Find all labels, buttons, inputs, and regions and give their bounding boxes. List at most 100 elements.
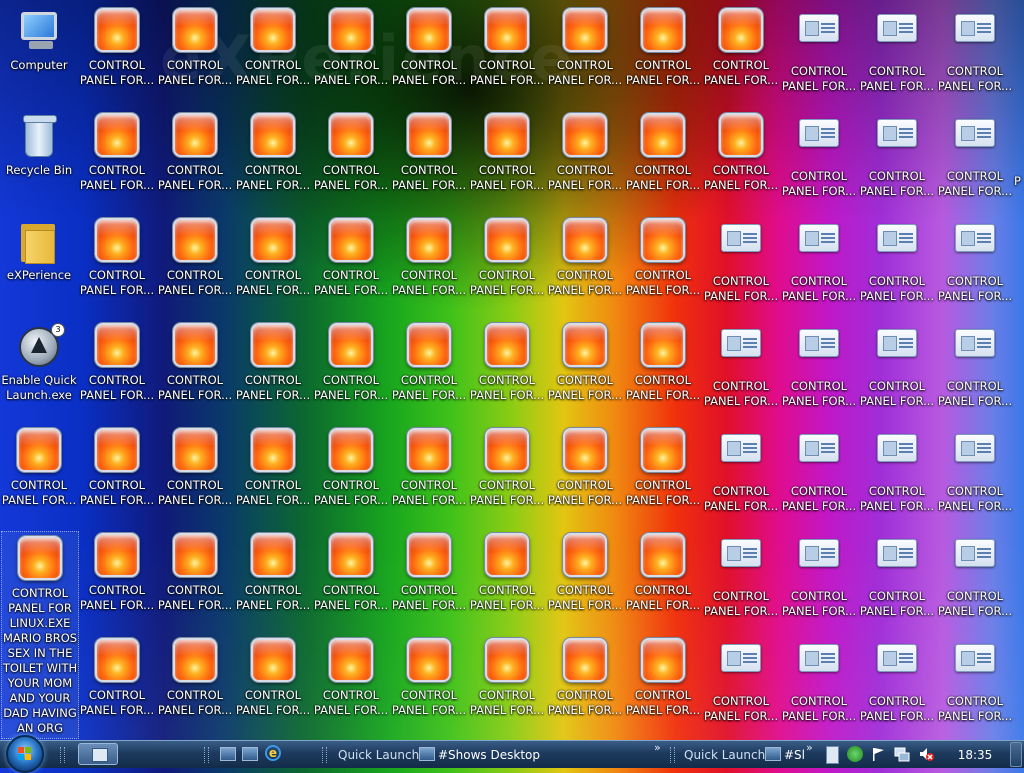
desktop-icon-control-panel[interactable]: CONTROL PANEL FOR...	[780, 214, 858, 304]
desktop-icon-control-panel[interactable]: CONTROL PANEL FOR...	[780, 4, 858, 94]
toolbar-overflow-chevron[interactable]: »	[806, 741, 813, 754]
toolbar-grip[interactable]	[60, 747, 65, 763]
desktop-icon-control-panel[interactable]: CONTROL PANEL FOR...	[702, 214, 780, 304]
desktop-icon-control-panel[interactable]: CONTROL PANEL FOR...	[624, 214, 702, 298]
quick-launch-label[interactable]: Quick Launch	[338, 744, 419, 766]
desktop-icon-control-panel[interactable]: CONTROL PANEL FOR...	[78, 4, 156, 88]
action-center-flag-icon[interactable]	[870, 746, 886, 762]
desktop-icon-control-panel[interactable]: CONTROL PANEL FOR...	[312, 109, 390, 193]
desktop-icon-control-panel[interactable]: CONTROL PANEL FOR...	[156, 529, 234, 613]
notepad-tray-icon[interactable]	[826, 746, 839, 764]
switch-windows-icon[interactable]	[242, 747, 258, 761]
desktop-icon-control-panel[interactable]: CONTROL PANEL FOR...	[312, 634, 390, 718]
desktop-icon-control-panel[interactable]: CONTROL PANEL FOR...	[468, 4, 546, 88]
desktop-icon-partial-edge[interactable]: P	[1014, 174, 1024, 189]
desktop-icon-control-panel[interactable]: CONTROL PANEL FOR...	[156, 4, 234, 88]
desktop-icon-control-panel[interactable]: CONTROL PANEL FOR...	[468, 319, 546, 403]
desktop-icon-control-panel[interactable]: CONTROL PANEL FOR...	[546, 319, 624, 403]
desktop-icon-control-panel[interactable]: CONTROL PANEL FOR...	[702, 529, 780, 619]
desktop-icon-control-panel[interactable]: CONTROL PANEL FOR...	[78, 319, 156, 403]
desktop-icon-control-panel[interactable]: CONTROL PANEL FOR...	[156, 424, 234, 508]
security-shield-tray-icon[interactable]	[847, 746, 863, 762]
network-tray-icon[interactable]	[894, 746, 910, 762]
desktop-icon-control-panel[interactable]: CONTROL PANEL FOR...	[468, 109, 546, 193]
desktop-icon-control-panel[interactable]: CONTROL PANEL FOR...	[858, 529, 936, 619]
desktop-icon-control-panel[interactable]: CONTROL PANEL FOR...	[312, 424, 390, 508]
toolbar-grip[interactable]	[204, 747, 209, 763]
desktop-icon-control-panel[interactable]: CONTROL PANEL FOR...	[546, 634, 624, 718]
shows-desktop-label[interactable]: #Shows Desktop	[438, 744, 540, 766]
desktop-icon-control-panel[interactable]: CONTROL PANEL FOR...	[702, 424, 780, 514]
desktop-icon-control-panel[interactable]: CONTROL PANEL FOR...	[858, 319, 936, 409]
desktop-icon-control-panel[interactable]: CONTROL PANEL FOR...	[234, 109, 312, 193]
show-desktop-button[interactable]	[1010, 742, 1022, 767]
desktop-icon-control-panel[interactable]: CONTROL PANEL FOR...	[702, 634, 780, 724]
desktop-icon-control-panel[interactable]: CONTROL PANEL FOR...	[780, 109, 858, 199]
desktop-icon-control-panel[interactable]: CONTROL PANEL FOR...	[234, 4, 312, 88]
desktop-icon-recycle-bin[interactable]: Recycle Bin	[0, 109, 78, 178]
desktop-icon-control-panel[interactable]: CONTROL PANEL FOR...	[390, 319, 468, 403]
desktop-icon-experience-folder[interactable]: eXPerience	[0, 214, 78, 283]
desktop-icon-control-panel[interactable]: CONTROL PANEL FOR...	[936, 214, 1014, 304]
desktop-icon-control-panel[interactable]: CONTROL PANEL FOR...	[390, 4, 468, 88]
desktop-icon-control-panel[interactable]: CONTROL PANEL FOR...	[936, 529, 1014, 619]
desktop-icon-control-panel[interactable]: CONTROL PANEL FOR...	[702, 319, 780, 409]
volume-muted-icon[interactable]	[918, 746, 934, 762]
desktop-icon-control-panel[interactable]: CONTROL PANEL FOR...	[156, 214, 234, 298]
desktop-icon-control-panel[interactable]: CONTROL PANEL FOR...	[390, 529, 468, 613]
desktop-icon-control-panel[interactable]: CONTROL PANEL FOR...	[468, 529, 546, 613]
desktop-icon-control-panel[interactable]: CONTROL PANEL FOR...	[858, 424, 936, 514]
desktop-icon-control-panel[interactable]: CONTROL PANEL FOR...	[78, 529, 156, 613]
desktop-icon-control-panel[interactable]: CONTROL PANEL FOR...	[312, 214, 390, 298]
desktop-icon-control-panel[interactable]: CONTROL PANEL FOR...	[936, 634, 1014, 724]
desktop-icon-control-panel[interactable]: CONTROL PANEL FOR...	[156, 319, 234, 403]
desktop-icon-control-panel[interactable]: CONTROL PANEL FOR...	[234, 424, 312, 508]
internet-explorer-icon[interactable]: e	[265, 745, 281, 761]
desktop-icon-control-panel[interactable]: CONTROL PANEL FOR...	[702, 4, 780, 88]
desktop-icon-control-panel[interactable]: CONTROL PANEL FOR...	[546, 214, 624, 298]
desktop-icon-control-panel[interactable]: CONTROL PANEL FOR...	[780, 424, 858, 514]
desktop-icon-control-panel[interactable]: CONTROL PANEL FOR...	[936, 424, 1014, 514]
desktop-icon-control-panel[interactable]: CONTROL PANEL FOR...	[390, 109, 468, 193]
desktop-icon-control-panel[interactable]: CONTROL PANEL FOR...	[780, 529, 858, 619]
desktop-icon-control-panel[interactable]: CONTROL PANEL FOR...	[936, 4, 1014, 94]
desktop[interactable]: Computer Recycle Bin eXPerience 3 Enable…	[0, 0, 1024, 740]
desktop-icon-control-panel[interactable]: CONTROL PANEL FOR...	[780, 634, 858, 724]
desktop-icon-control-panel[interactable]: CONTROL PANEL FOR...	[312, 529, 390, 613]
desktop-icon-control-panel[interactable]: CONTROL PANEL FOR...	[156, 109, 234, 193]
desktop-icon-control-panel[interactable]: CONTROL PANEL FOR...	[624, 424, 702, 508]
desktop-icon-control-panel[interactable]: CONTROL PANEL FOR...	[546, 424, 624, 508]
desktop-icon-control-panel[interactable]: CONTROL PANEL FOR...	[546, 109, 624, 193]
desktop-icon-control-panel[interactable]: CONTROL PANEL FOR...	[546, 529, 624, 613]
desktop-icon-control-panel[interactable]: CONTROL PANEL FOR...	[390, 214, 468, 298]
desktop-icon-control-panel[interactable]: CONTROL PANEL FOR...	[858, 214, 936, 304]
desktop-icon-control-panel[interactable]: CONTROL PANEL FOR...	[78, 424, 156, 508]
desktop-icon-control-panel[interactable]: CONTROL PANEL FOR...	[858, 4, 936, 94]
toolbar-overflow-chevron[interactable]: »	[654, 741, 661, 754]
desktop-icon-control-panel[interactable]: CONTROL PANEL FOR...	[234, 319, 312, 403]
shows-desktop-label-2[interactable]: #Sl	[784, 744, 805, 766]
desktop-icon-control-panel[interactable]: CONTROL PANEL FOR...	[234, 214, 312, 298]
desktop-icon-control-panel[interactable]: CONTROL PANEL FOR...	[624, 529, 702, 613]
desktop-icon-control-panel[interactable]: CONTROL PANEL FOR...	[390, 634, 468, 718]
desktop-icon-control-panel[interactable]: CONTROL PANEL FOR...	[780, 319, 858, 409]
desktop-icon-control-panel[interactable]: CONTROL PANEL FOR...	[156, 634, 234, 718]
desktop-icon-control-panel[interactable]: CONTROL PANEL FOR...	[858, 109, 936, 199]
desktop-icon-control-panel[interactable]: CONTROL PANEL FOR...	[312, 319, 390, 403]
desktop-icon-control-panel[interactable]: CONTROL PANEL FOR...	[234, 634, 312, 718]
desktop-icon-control-panel[interactable]: CONTROL PANEL FOR...	[624, 634, 702, 718]
start-button[interactable]	[6, 735, 44, 773]
desktop-icon-control-panel[interactable]: CONTROL PANEL FOR...	[546, 4, 624, 88]
desktop-icon-control-panel[interactable]: CONTROL PANEL FOR...	[468, 424, 546, 508]
toolbar-grip[interactable]	[322, 747, 327, 763]
desktop-icon-computer[interactable]: Computer	[0, 4, 78, 73]
desktop-icon-control-panel[interactable]: CONTROL PANEL FOR...	[390, 424, 468, 508]
desktop-icon-control-panel[interactable]: CONTROL PANEL FOR...	[468, 634, 546, 718]
desktop-icon-control-panel[interactable]: CONTROL PANEL FOR...	[624, 319, 702, 403]
system-clock[interactable]: 18:35	[950, 744, 1000, 766]
quick-launch-label-2[interactable]: Quick Launch	[684, 744, 765, 766]
taskbar-window-button[interactable]	[78, 743, 118, 765]
desktop-icon-control-panel[interactable]: CONTROL PANEL FOR...	[858, 634, 936, 724]
desktop-icon-control-panel[interactable]: CONTROL PANEL FOR...	[78, 214, 156, 298]
desktop-icon-control-panel[interactable]: CONTROL PANEL FOR...	[936, 319, 1014, 409]
